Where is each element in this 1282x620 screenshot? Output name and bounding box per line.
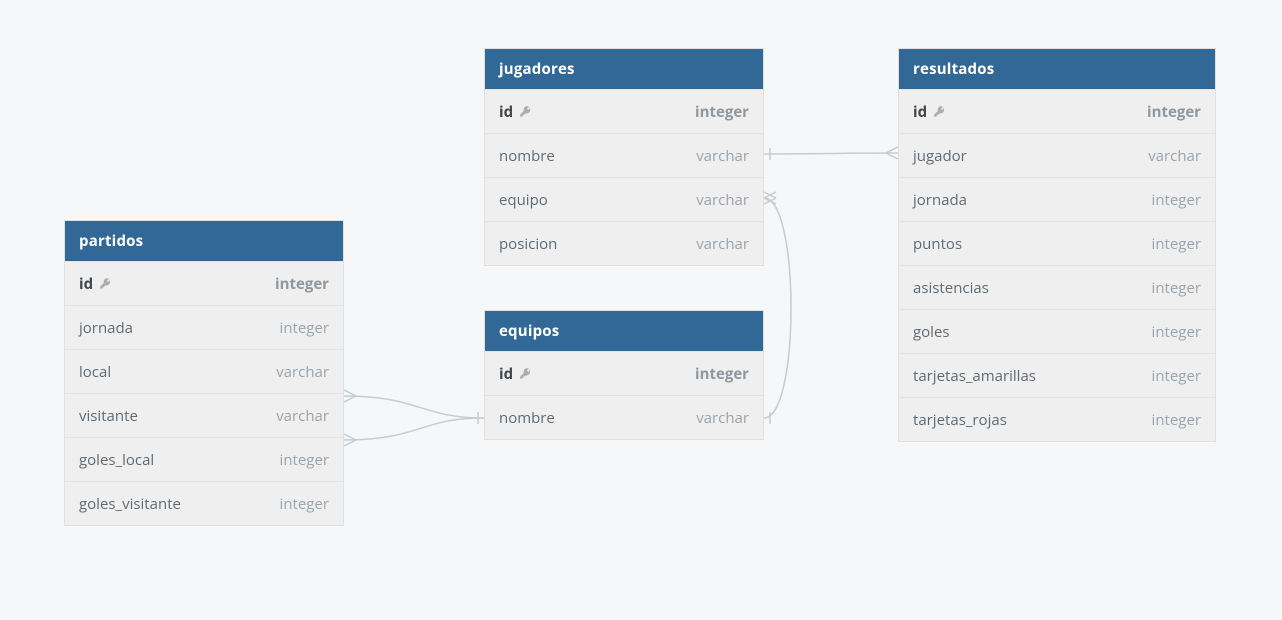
column-partidos-jornada: jornada integer bbox=[65, 305, 343, 349]
table-header-jugadores: jugadores bbox=[485, 49, 763, 89]
key-icon bbox=[519, 367, 533, 381]
column-resultados-tarjetas-amarillas: tarjetas_amarillas integer bbox=[899, 353, 1215, 397]
column-equipos-id: id integer bbox=[485, 351, 763, 395]
key-icon bbox=[933, 105, 947, 119]
table-header-resultados: resultados bbox=[899, 49, 1215, 89]
table-resultados[interactable]: resultados id integer jugador varchar jo… bbox=[898, 48, 1216, 442]
column-jugadores-posicion: posicion varchar bbox=[485, 221, 763, 265]
table-equipos[interactable]: equipos id integer nombre varchar bbox=[484, 310, 764, 440]
column-partidos-goles-visitante: goles_visitante integer bbox=[65, 481, 343, 525]
column-resultados-goles: goles integer bbox=[899, 309, 1215, 353]
column-resultados-jugador: jugador varchar bbox=[899, 133, 1215, 177]
column-partidos-visitante: visitante varchar bbox=[65, 393, 343, 437]
column-resultados-id: id integer bbox=[899, 89, 1215, 133]
table-jugadores[interactable]: jugadores id integer nombre varchar equi… bbox=[484, 48, 764, 266]
column-partidos-goles-local: goles_local integer bbox=[65, 437, 343, 481]
column-resultados-jornada: jornada integer bbox=[899, 177, 1215, 221]
column-resultados-puntos: puntos integer bbox=[899, 221, 1215, 265]
column-jugadores-id: id integer bbox=[485, 89, 763, 133]
key-icon bbox=[99, 277, 113, 291]
table-header-equipos: equipos bbox=[485, 311, 763, 351]
column-partidos-local: local varchar bbox=[65, 349, 343, 393]
table-partidos[interactable]: partidos id integer jornada integer loca… bbox=[64, 220, 344, 526]
column-resultados-asistencias: asistencias integer bbox=[899, 265, 1215, 309]
key-icon bbox=[519, 105, 533, 119]
column-partidos-id: id integer bbox=[65, 261, 343, 305]
table-header-partidos: partidos bbox=[65, 221, 343, 261]
column-jugadores-nombre: nombre varchar bbox=[485, 133, 763, 177]
column-equipos-nombre: nombre varchar bbox=[485, 395, 763, 439]
column-resultados-tarjetas-rojas: tarjetas_rojas integer bbox=[899, 397, 1215, 441]
column-jugadores-equipo: equipo varchar bbox=[485, 177, 763, 221]
